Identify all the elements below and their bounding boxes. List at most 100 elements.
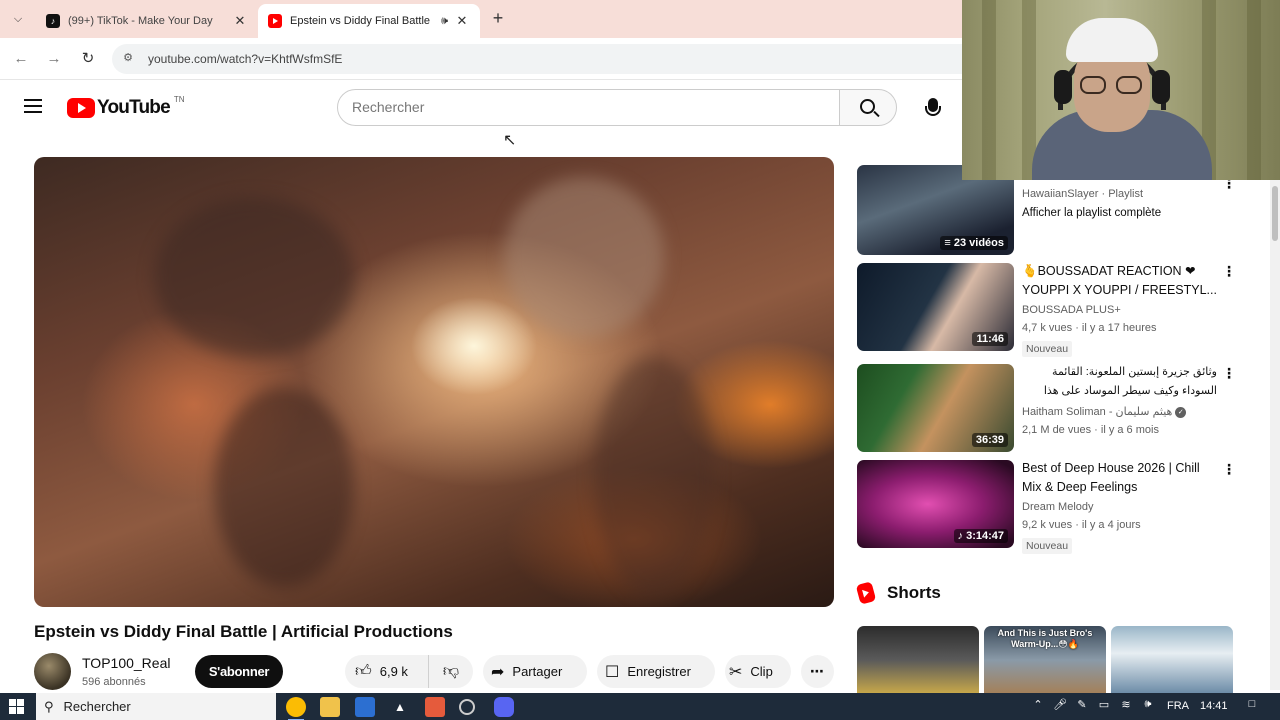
site-settings-icon[interactable]: ⚙	[120, 51, 136, 67]
video-title[interactable]: Best of Deep House 2026 | Chill Mix & De…	[1022, 459, 1217, 497]
taskbar-clock[interactable]: 14:41	[1200, 700, 1228, 712]
channel-avatar[interactable]	[34, 653, 71, 690]
wifi-icon[interactable]: ≋	[1118, 698, 1134, 711]
forward-arrow-icon[interactable]: →	[43, 48, 65, 70]
shorts-logo-icon	[855, 581, 877, 605]
thumbs-up-icon: 👍︎	[355, 663, 372, 680]
video-stats: 9,2 k vues · il y a 4 jours	[1022, 519, 1141, 531]
clock-app-icon[interactable]	[459, 699, 475, 715]
recorder-app-icon[interactable]	[425, 697, 445, 717]
playlist-channel[interactable]: HawaiianSlayer · Playlist	[1022, 188, 1143, 200]
video-channel[interactable]: Haitham Soliman - هيثم سليمان ✓	[1022, 405, 1187, 418]
notifications-icon[interactable]: □	[1244, 698, 1260, 710]
video-duration: ♪ 3:14:47	[953, 529, 1008, 543]
microphone-tray-icon[interactable]: 🎤︎	[1052, 698, 1068, 711]
more-options-icon[interactable]: ⋮	[1222, 366, 1236, 380]
video-title[interactable]: وثائق جزيرة إبستين الملعونة: القائمة الس…	[1022, 363, 1217, 401]
chrome-app-icon[interactable]	[286, 697, 306, 720]
taskbar-search[interactable]: ⚲ Rechercher	[36, 693, 276, 720]
share-label: Partager	[512, 664, 563, 679]
volume-icon[interactable]: 🕪︎	[1140, 698, 1156, 711]
reload-icon[interactable]: ↻	[77, 48, 99, 70]
logo-wordmark: YouTube	[97, 97, 171, 118]
capcut-app-icon[interactable]: ▲	[390, 697, 410, 717]
view-full-playlist-link[interactable]: Afficher la playlist complète	[1022, 207, 1161, 219]
video-title[interactable]: 🫰BOUSSADAT REACTION ❤ YOUPPI X YOUPPI / …	[1022, 262, 1217, 300]
more-actions-button[interactable]: ⋯	[801, 655, 834, 688]
tab-search-button[interactable]: ⌵	[8, 9, 28, 29]
chevron-up-icon[interactable]: ⌃	[1030, 698, 1046, 711]
discord-app-icon[interactable]	[494, 697, 514, 717]
share-arrow-icon: ➦	[491, 663, 505, 681]
playlist-count-badge: ≡ 23 vidéos	[940, 236, 1008, 250]
like-button[interactable]: 👍︎ 6,9 k	[345, 655, 429, 688]
like-dislike-group: 👍︎ 6,9 k 👎︎	[345, 655, 473, 688]
video-thumbnail[interactable]: 36:39	[857, 364, 1014, 452]
taskbar-search-placeholder: Rechercher	[63, 699, 131, 714]
youtube-logo[interactable]: YouTube TN	[67, 95, 185, 119]
shorts-header: Shorts	[855, 581, 941, 605]
save-button[interactable]: ☐ Enregistrer	[597, 655, 715, 688]
share-button[interactable]: ➦ Partager	[483, 655, 587, 688]
new-badge: Nouveau	[1022, 341, 1073, 357]
subscribe-button[interactable]: S'abonner	[195, 655, 283, 688]
more-options-icon[interactable]: ⋮	[1222, 176, 1236, 190]
video-channel[interactable]: Dream Melody	[1022, 501, 1094, 513]
windows-start-icon[interactable]	[9, 699, 24, 714]
search-icon: ⚲	[44, 698, 54, 714]
new-tab-button[interactable]: +	[488, 9, 508, 29]
search-button[interactable]	[839, 89, 897, 126]
playlist-count: 23 vidéos	[953, 237, 1004, 249]
subscriber-count: 596 abonnés	[82, 676, 146, 688]
channel-name[interactable]: TOP100_Real	[82, 655, 170, 671]
video-channel[interactable]: BOUSSADA PLUS+	[1022, 304, 1121, 316]
verified-icon: ✓	[1175, 406, 1187, 418]
close-tab-icon[interactable]: ✕	[454, 13, 470, 29]
address-bar[interactable]: ⚙ youtube.com/watch?v=KhtfWsfmSfE	[112, 44, 962, 74]
file-explorer-icon[interactable]	[320, 697, 340, 717]
youtube-favicon-icon	[268, 14, 282, 28]
more-options-icon[interactable]: ⋮	[1222, 264, 1236, 278]
video-title: Epstein vs Diddy Final Battle | Artifici…	[34, 622, 453, 641]
video-stats: 2,1 M de vues · il y a 6 mois	[1022, 424, 1159, 436]
language-indicator[interactable]: FRA	[1167, 700, 1189, 712]
store-app-icon[interactable]	[355, 697, 375, 717]
video-stats: 4,7 k vues · il y a 17 heures	[1022, 322, 1157, 334]
close-tab-icon[interactable]: ✕	[232, 13, 248, 29]
microphone-icon	[925, 98, 941, 116]
scroll-thumb[interactable]	[1272, 186, 1278, 241]
pen-icon[interactable]: ✎	[1074, 698, 1090, 711]
video-thumbnail[interactable]: ♪ 3:14:47	[857, 460, 1014, 548]
voice-search-button[interactable]	[914, 89, 952, 127]
search-input[interactable]: Rechercher	[337, 89, 840, 126]
battery-icon[interactable]: ▭	[1096, 698, 1112, 711]
video-player[interactable]	[34, 157, 834, 607]
dislike-button[interactable]: 👎︎	[429, 662, 473, 681]
short-caption: And This is Just Bro's Warm-Up...😳🔥	[997, 628, 1093, 649]
more-options-icon[interactable]: ⋮	[1222, 462, 1236, 476]
save-label: Enregistrer	[627, 664, 691, 679]
tiktok-favicon-icon: ♪	[46, 14, 60, 28]
back-arrow-icon[interactable]: ←	[10, 48, 32, 70]
short-thumbnail[interactable]	[1111, 626, 1233, 694]
tab-tiktok[interactable]: ♪ (99+) TikTok - Make Your Day ✕	[36, 4, 258, 38]
speaker-icon[interactable]: 🕪	[441, 15, 448, 28]
search-icon	[860, 99, 875, 114]
video-duration: 11:46	[972, 332, 1008, 346]
short-thumbnail[interactable]: And This is Just Bro's Warm-Up...😳🔥	[984, 626, 1106, 694]
page-scrollbar[interactable]	[1270, 180, 1280, 690]
thumbs-down-icon: 👎︎	[442, 663, 460, 680]
menu-icon[interactable]	[24, 99, 42, 113]
clip-label: Clip	[750, 664, 773, 679]
youtube-play-icon	[67, 98, 95, 118]
url-text: youtube.com/watch?v=KhtfWsfmSfE	[148, 52, 343, 66]
tab-title: (99+) TikTok - Make Your Day	[68, 15, 213, 27]
short-thumbnail[interactable]	[857, 626, 979, 694]
tab-youtube[interactable]: Epstein vs Diddy Final Battle 🕪 ✕	[258, 4, 480, 38]
streamer-cap	[1066, 18, 1158, 62]
webcam-overlay	[962, 0, 1280, 180]
mouse-cursor-icon: ↖	[503, 132, 517, 149]
clip-button[interactable]: ✂ Clip	[725, 655, 791, 688]
like-count: 6,9 k	[379, 664, 408, 679]
video-thumbnail[interactable]: 11:46	[857, 263, 1014, 351]
